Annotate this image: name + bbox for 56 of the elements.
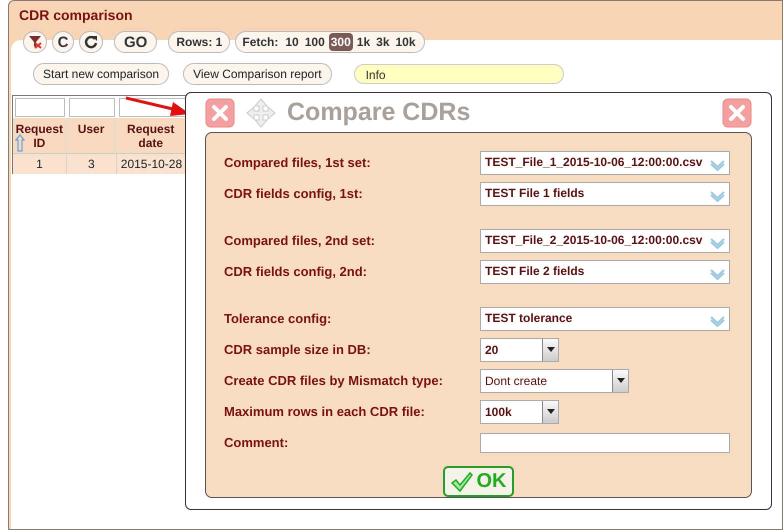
column-header[interactable]: User	[66, 118, 116, 154]
clear-button[interactable]: C	[52, 31, 74, 53]
fetch-option[interactable]: 1k	[354, 33, 372, 51]
refresh-button[interactable]	[79, 31, 103, 53]
dropdown-field[interactable]: TEST File 1 fields	[480, 182, 730, 206]
fetch-option[interactable]: 3k	[374, 33, 392, 51]
window-title: CDR comparison	[18, 6, 134, 25]
clear-filter-button[interactable]	[23, 31, 47, 53]
dropdown-field[interactable]: TEST_File_1_2015-10-06_12:00:00.csv	[480, 150, 730, 174]
close-icon[interactable]	[205, 98, 235, 128]
filter-clear-icon	[28, 35, 42, 49]
dropdown-field[interactable]: TEST tolerance	[480, 306, 730, 330]
field-label: Compared files, 1st set:	[224, 155, 372, 170]
field-label: Maximum rows in each CDR file:	[224, 404, 426, 419]
field-label: Tolerance config:	[224, 311, 332, 326]
filter-field[interactable]	[68, 98, 115, 117]
fetch-option[interactable]: 100	[302, 33, 327, 51]
move-icon[interactable]	[245, 96, 277, 128]
comment-input[interactable]	[480, 432, 730, 452]
field-label: Compared files, 2nd set:	[224, 233, 376, 248]
field-label: Comment:	[224, 435, 290, 450]
field-label: CDR sample size in DB:	[224, 342, 372, 357]
chevron-icon	[710, 314, 725, 326]
table-cell: 3	[66, 154, 117, 174]
chevron-icon	[710, 268, 725, 280]
caret-icon	[616, 378, 624, 383]
close-icon[interactable]	[722, 98, 752, 128]
refresh-icon	[84, 35, 98, 49]
fetch-label: Fetch:	[242, 35, 278, 49]
field-label: CDR fields config, 2nd:	[224, 264, 368, 279]
action-button[interactable]: Start new comparison	[33, 63, 170, 85]
filter-field[interactable]	[15, 98, 65, 117]
caret-icon	[546, 409, 554, 414]
dialog-title: Compare CDRs	[287, 98, 470, 127]
column-header[interactable]: Request ID	[13, 118, 67, 154]
check-icon	[450, 472, 472, 492]
dropdown-field[interactable]: 100k	[480, 400, 559, 424]
field-label: Create CDR files by Mismatch type:	[224, 373, 444, 388]
field-label: CDR fields config, 1st:	[224, 186, 364, 201]
action-button[interactable]: View Comparison report	[183, 63, 332, 85]
chevron-icon	[710, 158, 725, 170]
fetch-option[interactable]: 10	[283, 33, 301, 51]
go-button[interactable]: GO	[114, 31, 158, 53]
dropdown-field[interactable]: 20	[480, 338, 559, 362]
dropdown-field[interactable]: TEST_File_2_2015-10-06_12:00:00.csv	[480, 228, 730, 252]
fetch-option[interactable]: 300	[328, 33, 353, 51]
dropdown-field[interactable]: Dont create	[480, 368, 629, 392]
info-field: Info	[354, 64, 564, 84]
sort-arrow-icon	[15, 134, 25, 152]
chevron-icon	[710, 190, 725, 202]
table-cell: 1	[13, 154, 67, 174]
chevron-icon	[710, 236, 725, 248]
dropdown-field[interactable]: TEST File 2 fields	[480, 260, 730, 284]
rows-count[interactable]: Rows: 1	[168, 31, 230, 53]
caret-icon	[546, 347, 554, 352]
fetch-option[interactable]: 10k	[394, 33, 418, 51]
